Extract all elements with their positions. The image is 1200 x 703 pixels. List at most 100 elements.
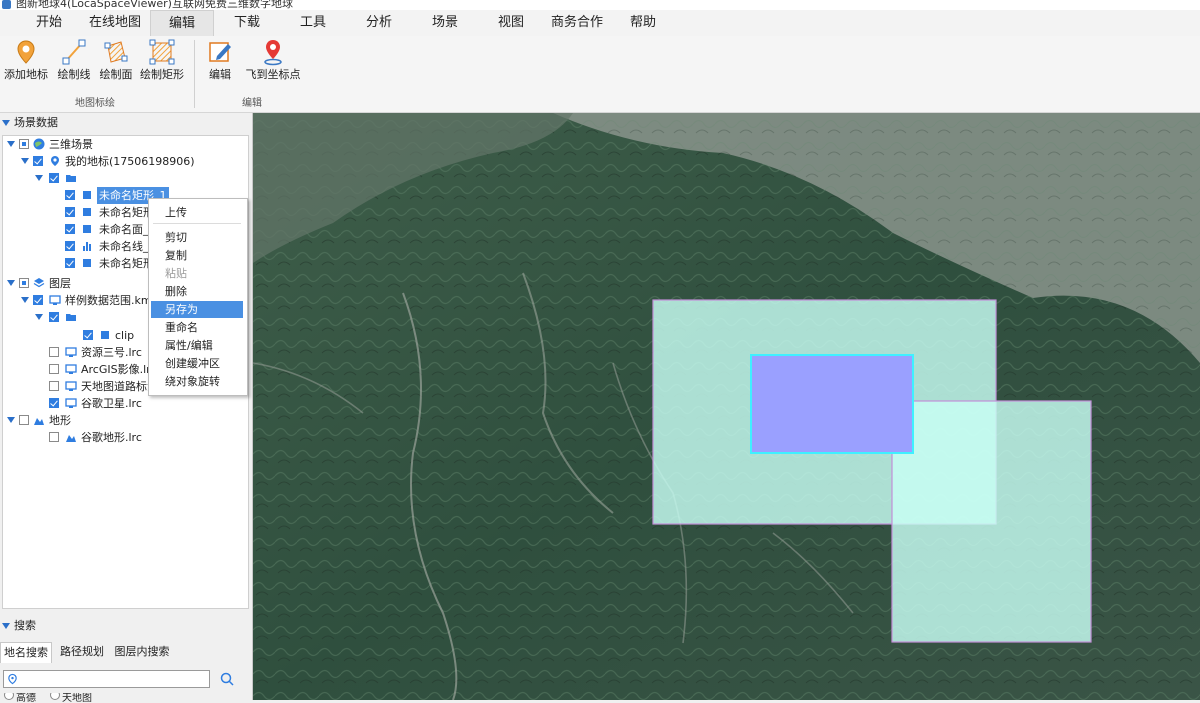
edit-pencil-icon bbox=[209, 42, 231, 62]
edit-button[interactable]: 编辑 bbox=[202, 36, 238, 86]
expand-icon[interactable] bbox=[21, 158, 29, 164]
fly-to-coordinate-button[interactable]: 飞到坐标点 bbox=[244, 36, 302, 86]
rectangle-shape-icon bbox=[83, 191, 91, 199]
search-icon[interactable] bbox=[218, 670, 236, 688]
ctx-rotate-around[interactable]: 绕对象旋转 bbox=[151, 373, 243, 390]
collapse-icon bbox=[2, 120, 10, 126]
tab-layer-search[interactable]: 图层内搜索 bbox=[112, 642, 172, 662]
app-icon bbox=[2, 0, 11, 9]
expand-icon[interactable] bbox=[21, 297, 29, 303]
draw-line-icon bbox=[62, 39, 86, 65]
ctx-create-buffer[interactable]: 创建缓冲区 bbox=[151, 355, 243, 372]
tab-route-planning[interactable]: 路径规划 bbox=[56, 642, 108, 662]
monitor-icon bbox=[65, 398, 77, 408]
polygon-shape-icon bbox=[83, 225, 91, 233]
menu-view[interactable]: 视图 bbox=[484, 10, 538, 36]
layers-icon bbox=[33, 278, 45, 288]
draw-polygon-button[interactable]: 绘制面 bbox=[96, 36, 136, 86]
ctx-rename[interactable]: 重命名 bbox=[151, 319, 243, 336]
draw-rectangle-icon bbox=[149, 39, 175, 65]
ctx-upload[interactable]: 上传 bbox=[151, 204, 243, 221]
rectangle-shape-icon bbox=[83, 208, 91, 216]
radio-gaode[interactable] bbox=[4, 693, 14, 700]
window-title: 图新地球4(LocaSpaceViewer)互联网免费三维数字地球 bbox=[16, 0, 293, 10]
tree-checkbox[interactable] bbox=[65, 241, 75, 251]
search-panel-header[interactable]: 搜索 bbox=[0, 617, 36, 635]
menu-business[interactable]: 商务合作 bbox=[546, 10, 608, 36]
tree-checkbox[interactable] bbox=[65, 207, 75, 217]
expand-icon[interactable] bbox=[7, 141, 15, 147]
tree-checkbox[interactable] bbox=[19, 139, 29, 149]
draw-polygon-icon bbox=[104, 41, 128, 63]
placemark-icon bbox=[51, 156, 59, 166]
tree-checkbox[interactable] bbox=[83, 330, 93, 340]
selected-rectangle[interactable] bbox=[750, 354, 914, 454]
title-bar: 图新地球4(LocaSpaceViewer)互联网免费三维数字地球 bbox=[0, 0, 1200, 10]
ctx-paste[interactable]: 粘贴 bbox=[151, 265, 243, 282]
expand-icon[interactable] bbox=[7, 280, 15, 286]
menu-analysis[interactable]: 分析 bbox=[352, 10, 406, 36]
polygon-shape-icon bbox=[101, 331, 109, 339]
tree-checkbox[interactable] bbox=[65, 258, 75, 268]
terrain-icon bbox=[34, 418, 44, 425]
ctx-properties[interactable]: 属性/编辑 bbox=[151, 337, 243, 354]
expand-icon[interactable] bbox=[7, 417, 15, 423]
draw-rectangle-button[interactable]: 绘制矩形 bbox=[138, 36, 186, 86]
expand-icon[interactable] bbox=[35, 175, 43, 181]
search-tabs: 地名搜索 路径规划 图层内搜索 bbox=[0, 642, 252, 664]
polygon-overlay[interactable] bbox=[891, 400, 1092, 643]
monitor-icon bbox=[65, 381, 77, 391]
folder-icon bbox=[66, 175, 76, 182]
map-source-radios: 高德 天地图 bbox=[0, 693, 252, 703]
monitor-icon bbox=[65, 347, 77, 357]
globe-icon bbox=[33, 138, 45, 150]
monitor-icon bbox=[49, 295, 61, 305]
tree-checkbox[interactable] bbox=[49, 398, 59, 408]
group-label-plot: 地图标绘 bbox=[75, 98, 115, 109]
context-menu: 上传 剪切 复制 粘贴 删除 另存为 重命名 属性/编辑 创建缓冲区 绕对象旋转 bbox=[148, 198, 248, 396]
menu-help[interactable]: 帮助 bbox=[616, 10, 670, 36]
menu-edit[interactable]: 编辑 bbox=[150, 10, 214, 36]
tree-checkbox[interactable] bbox=[49, 364, 59, 374]
satellite-map[interactable] bbox=[253, 113, 1200, 700]
scene-panel-header[interactable]: 场景数据 bbox=[0, 114, 58, 132]
draw-line-button[interactable]: 绘制线 bbox=[54, 36, 94, 86]
tree-checkbox[interactable] bbox=[65, 224, 75, 234]
menu-scene[interactable]: 场景 bbox=[418, 10, 472, 36]
search-input[interactable] bbox=[3, 670, 210, 688]
ctx-cut[interactable]: 剪切 bbox=[151, 229, 243, 246]
location-pin-icon bbox=[8, 673, 17, 685]
rectangle-shape-icon bbox=[83, 259, 91, 267]
tree-checkbox[interactable] bbox=[19, 415, 29, 425]
menu-download[interactable]: 下载 bbox=[220, 10, 274, 36]
menu-online-map[interactable]: 在线地图 bbox=[80, 10, 150, 36]
tree-checkbox[interactable] bbox=[33, 156, 43, 166]
terrain-icon bbox=[66, 435, 76, 442]
tree-checkbox[interactable] bbox=[49, 347, 59, 357]
ctx-delete[interactable]: 删除 bbox=[151, 283, 243, 300]
tree-checkbox[interactable] bbox=[49, 312, 59, 322]
ribbon-toolbar: 添加地标 绘制线 绘制面 绘制矩形 地图标绘 编辑 飞到坐标点 编辑 bbox=[0, 36, 1200, 113]
map-view[interactable] bbox=[253, 113, 1200, 700]
collapse-icon bbox=[2, 623, 10, 629]
ctx-save-as[interactable]: 另存为 bbox=[151, 301, 243, 318]
menu-tools[interactable]: 工具 bbox=[286, 10, 340, 36]
placemark-icon bbox=[17, 40, 35, 64]
line-shape-icon bbox=[83, 242, 91, 251]
menu-start[interactable]: 开始 bbox=[22, 10, 76, 36]
tree-checkbox[interactable] bbox=[33, 295, 43, 305]
tree-checkbox[interactable] bbox=[49, 432, 59, 442]
folder-icon bbox=[66, 314, 76, 321]
add-placemark-button[interactable]: 添加地标 bbox=[2, 36, 50, 86]
tree-checkbox[interactable] bbox=[49, 381, 59, 391]
tree-checkbox[interactable] bbox=[19, 278, 29, 288]
ctx-copy[interactable]: 复制 bbox=[151, 247, 243, 264]
tab-place-search[interactable]: 地名搜索 bbox=[0, 642, 52, 663]
expand-icon[interactable] bbox=[35, 314, 43, 320]
radio-tianditu[interactable] bbox=[50, 693, 60, 700]
tree-checkbox[interactable] bbox=[65, 190, 75, 200]
menu-divider bbox=[153, 223, 241, 224]
location-pin-icon bbox=[264, 40, 282, 66]
tree-checkbox[interactable] bbox=[49, 173, 59, 183]
monitor-icon bbox=[65, 364, 77, 374]
